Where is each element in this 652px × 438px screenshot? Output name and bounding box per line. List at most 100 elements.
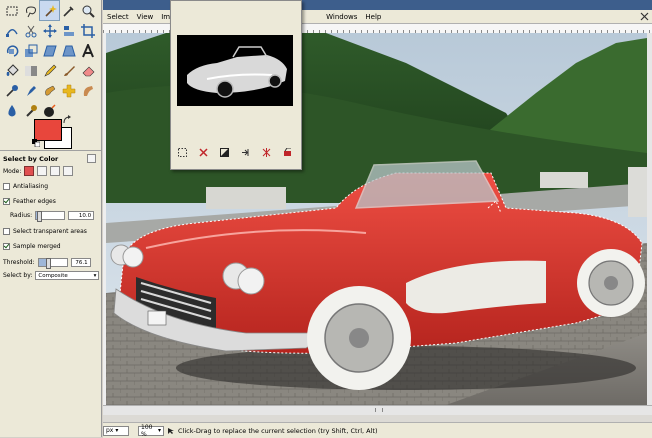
antialiasing-label: Antialiasing — [13, 183, 49, 190]
pencil-tool-button[interactable] — [40, 61, 59, 80]
menu-view[interactable]: View — [133, 13, 158, 21]
chevron-down-icon: ▾ — [115, 427, 119, 434]
menu-select[interactable]: Select — [103, 13, 133, 21]
cursor-icon — [168, 427, 174, 434]
rect-select-icon — [6, 6, 17, 15]
paths-tool-button[interactable] — [2, 21, 21, 40]
menu-windows[interactable]: Windows — [322, 13, 361, 21]
blend-tool-button[interactable] — [21, 61, 40, 80]
toolbox: Select by Color Mode: Antialiasing Feath… — [0, 0, 102, 437]
airbrush-tool-button[interactable] — [2, 81, 21, 100]
color-picker-tool-button[interactable] — [59, 1, 78, 20]
swap-colors-icon[interactable] — [62, 115, 72, 125]
paintbrush-icon — [63, 65, 75, 76]
text-icon — [81, 43, 94, 57]
clone-tool-button[interactable] — [40, 81, 59, 100]
mode-subtract-button[interactable] — [50, 166, 61, 176]
antialiasing-checkbox[interactable] — [3, 183, 10, 190]
tool-grid — [2, 0, 100, 120]
chevron-down-icon: ▾ — [157, 427, 161, 434]
select-all-icon[interactable] — [177, 147, 187, 157]
shear-tool-button[interactable] — [40, 41, 59, 60]
horizontal-scrollbar[interactable] — [103, 405, 652, 415]
perspective-icon — [61, 45, 76, 56]
mode-replace-button[interactable] — [24, 166, 35, 176]
blur-icon — [7, 104, 16, 116]
tool-options-title: Select by Color — [3, 155, 59, 163]
select-transparent-label: Select transparent areas — [13, 228, 87, 235]
perspective-tool-button[interactable] — [59, 41, 78, 60]
mode-intersect-button[interactable] — [63, 166, 74, 176]
feather-edges-checkbox[interactable] — [3, 198, 10, 205]
mode-add-button[interactable] — [37, 166, 48, 176]
scale-icon — [24, 44, 37, 57]
heal-icon — [62, 84, 75, 97]
text-tool-button[interactable] — [78, 41, 97, 60]
vertical-scrollbar[interactable] — [647, 33, 652, 405]
threshold-slider-knob[interactable] — [45, 258, 51, 269]
status-bar: px ▾ 100 % ▾ Click-Drag to replace the c… — [103, 422, 652, 438]
foreground-color-swatch[interactable] — [34, 119, 62, 141]
bucket-fill-tool-button[interactable] — [2, 61, 21, 80]
rect-select-tool-button[interactable] — [2, 1, 21, 20]
reset-colors-icon[interactable] — [32, 139, 40, 147]
save-to-channel-icon[interactable] — [241, 147, 251, 157]
stroke-selection-icon[interactable] — [262, 147, 272, 157]
select-transparent-checkbox[interactable] — [3, 228, 10, 235]
rotate-icon — [6, 44, 18, 57]
invert-selection-icon[interactable] — [219, 147, 229, 157]
bucket-fill-icon — [6, 63, 19, 76]
radius-label: Radius: — [10, 212, 33, 219]
select-by-value: Composite — [38, 272, 68, 279]
smudge-tool-button[interactable] — [78, 81, 97, 100]
transparent-row: Select transparent areas — [3, 228, 87, 235]
select-by-row: Select by: Composite ▾ — [3, 271, 100, 280]
threshold-label: Threshold: — [3, 259, 35, 266]
sample-merged-checkbox[interactable] — [3, 243, 10, 250]
zoom-combo[interactable]: 100 % ▾ — [138, 424, 164, 438]
selection-editor-dialog — [170, 0, 302, 170]
feather-edges-label: Feather edges — [13, 198, 56, 205]
select-none-icon[interactable] — [198, 147, 208, 157]
radius-slider-knob[interactable] — [37, 211, 43, 222]
blur-tool-button[interactable] — [2, 101, 21, 120]
fuzzy-select-tool-button[interactable] — [39, 0, 60, 21]
radius-spinbox[interactable]: 10.0 — [68, 211, 95, 220]
mode-row: Mode: — [3, 166, 74, 176]
crop-tool-button[interactable] — [78, 21, 97, 40]
lasso-tool-button[interactable] — [21, 1, 40, 20]
zoom-tool-button[interactable] — [78, 1, 97, 20]
radius-slider[interactable] — [35, 211, 66, 222]
ink-icon — [26, 85, 36, 96]
scale-tool-button[interactable] — [21, 41, 40, 60]
to-path-icon[interactable] — [283, 147, 293, 157]
radius-row: Radius: 10.0 — [10, 211, 95, 222]
paintbrush-tool-button[interactable] — [59, 61, 78, 80]
menu-help[interactable]: Help — [361, 13, 385, 21]
move-icon — [42, 23, 57, 38]
selection-preview — [177, 35, 293, 106]
scrollbar-grip[interactable] — [375, 408, 383, 412]
scissors-tool-button[interactable] — [21, 21, 40, 40]
eraser-tool-button[interactable] — [78, 61, 97, 80]
paths-icon — [5, 28, 18, 37]
threshold-spinbox[interactable]: 76.1 — [70, 258, 91, 267]
fg-bg-colors — [32, 115, 72, 149]
unit-combo[interactable]: px ▾ — [103, 425, 129, 436]
select-by-combo[interactable]: Composite ▾ — [35, 271, 100, 280]
crop-icon — [80, 23, 95, 38]
status-message: Click-Drag to replace the current select… — [178, 426, 378, 435]
heal-tool-button[interactable] — [59, 81, 78, 100]
threshold-slider[interactable] — [37, 258, 68, 269]
rotate-tool-button[interactable] — [2, 41, 21, 60]
clone-icon — [44, 85, 55, 95]
ink-tool-button[interactable] — [21, 81, 40, 100]
sample-merged-label: Sample merged — [13, 243, 61, 250]
move-tool-button[interactable] — [40, 21, 59, 40]
close-icon[interactable] — [640, 12, 649, 21]
threshold-value: 76.1 — [75, 259, 88, 266]
align-tool-button[interactable] — [59, 21, 78, 40]
color-picker-icon — [62, 5, 74, 17]
panel-menu-icon[interactable] — [87, 154, 96, 163]
pencil-icon — [43, 64, 56, 77]
